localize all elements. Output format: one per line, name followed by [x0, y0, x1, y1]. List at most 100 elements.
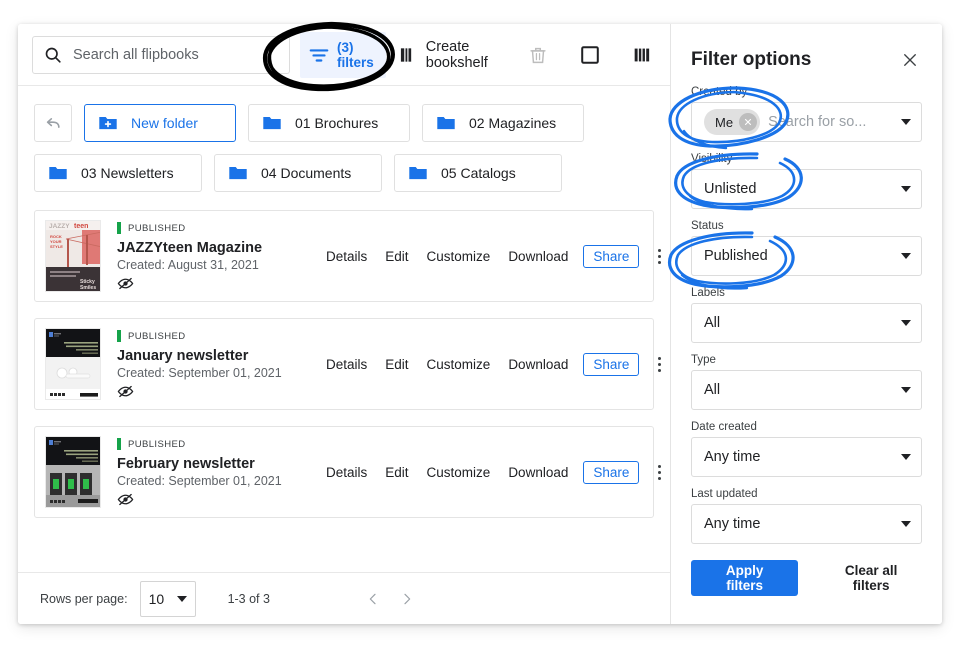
- pagination-footer: Rows per page: 10 1-3 of 3: [18, 572, 670, 624]
- chip-label: Me: [715, 114, 734, 130]
- list-item[interactable]: PUBLISHED February newsletter Created: S…: [34, 426, 661, 518]
- search-box[interactable]: [32, 35, 290, 74]
- folder-label: 02 Magazines: [469, 115, 557, 131]
- status-color-bar: [117, 330, 121, 342]
- new-folder-label: New folder: [131, 115, 198, 131]
- type-field: Type All: [691, 354, 922, 410]
- close-filter-panel-button[interactable]: [898, 48, 922, 72]
- close-icon: [745, 118, 752, 126]
- share-button[interactable]: Share: [583, 244, 640, 268]
- field-label: Type: [691, 354, 716, 366]
- trash-icon: [530, 47, 546, 63]
- filters-count: (3): [337, 39, 354, 55]
- back-button[interactable]: [34, 104, 72, 142]
- clear-all-filters-button[interactable]: Clear all filters: [820, 562, 922, 594]
- back-arrow-icon: [46, 118, 60, 128]
- list-item[interactable]: JAZZY teen ROCK YOUR STYLE Sticky Smiles…: [34, 210, 661, 302]
- kebab-menu-icon[interactable]: [645, 241, 670, 271]
- rows-per-page-value: 10: [148, 590, 165, 607]
- details-button[interactable]: Details: [317, 353, 376, 376]
- search-input[interactable]: [71, 45, 279, 64]
- visibility-value: Unlisted: [704, 181, 757, 197]
- date-created-select[interactable]: Any time: [691, 437, 922, 477]
- customize-button[interactable]: Customize: [418, 461, 500, 484]
- folder-chip-05-catalogs[interactable]: 05 Catalogs: [394, 154, 562, 192]
- download-button[interactable]: Download: [499, 353, 577, 376]
- chevron-down-icon: [901, 521, 911, 527]
- status-select[interactable]: Published: [691, 236, 922, 276]
- create-bookshelf-button[interactable]: Create bookshelf: [392, 39, 494, 71]
- select-all-button[interactable]: [572, 37, 608, 73]
- flipbook-list: JAZZY teen ROCK YOUR STYLE Sticky Smiles…: [28, 210, 661, 518]
- visibility-select[interactable]: Unlisted: [691, 169, 922, 209]
- chevron-down-icon: [176, 595, 187, 602]
- share-button[interactable]: Share: [583, 352, 640, 376]
- share-button[interactable]: Share: [583, 460, 640, 484]
- bookshelf-icon: [400, 47, 411, 62]
- folder-label: 03 Newsletters: [81, 165, 174, 181]
- edit-button[interactable]: Edit: [376, 245, 417, 268]
- created-by-control[interactable]: Me Search for so...: [691, 102, 922, 142]
- folder-icon: [49, 167, 67, 180]
- edit-button[interactable]: Edit: [376, 461, 417, 484]
- status-value: Published: [704, 248, 768, 264]
- edit-button[interactable]: Edit: [376, 353, 417, 376]
- filters-button[interactable]: (3) filters: [300, 31, 386, 78]
- filter-lines-icon: [309, 48, 329, 62]
- rows-per-page-select[interactable]: 10: [139, 580, 196, 617]
- folder-icon: [437, 117, 455, 130]
- bookshelf-view-button[interactable]: [624, 37, 660, 73]
- labels-select[interactable]: All: [691, 303, 922, 343]
- download-button[interactable]: Download: [499, 461, 577, 484]
- create-new-folder-icon: [99, 117, 117, 130]
- folder-chip-02-magazines[interactable]: 02 Magazines: [422, 104, 584, 142]
- customize-button[interactable]: Customize: [418, 245, 500, 268]
- eye-hidden-icon: [117, 385, 134, 398]
- chevron-left-icon: [369, 593, 376, 604]
- field-label: Date created: [691, 421, 757, 433]
- field-label: Created by: [691, 86, 748, 98]
- delete-button[interactable]: [520, 37, 556, 73]
- kebab-menu-icon[interactable]: [645, 349, 670, 379]
- details-button[interactable]: Details: [317, 245, 376, 268]
- created-by-field: Created by Me Search for so...: [691, 86, 922, 142]
- next-page-button[interactable]: [394, 586, 420, 612]
- type-select[interactable]: All: [691, 370, 922, 410]
- folder-chip-01-brochures[interactable]: 01 Brochures: [248, 104, 410, 142]
- folder-chip-04-documents[interactable]: 04 Documents: [214, 154, 382, 192]
- filters-label: filters: [337, 54, 374, 70]
- date-created-value: Any time: [704, 449, 761, 465]
- new-folder-button[interactable]: New folder: [84, 104, 236, 142]
- item-title: February newsletter: [117, 456, 255, 472]
- apply-filters-button[interactable]: Apply filters: [691, 560, 799, 596]
- chevron-down-icon: [901, 320, 911, 326]
- filter-panel-actions: Apply filters Clear all filters: [691, 560, 922, 596]
- field-label: Status: [691, 220, 724, 232]
- folder-chip-03-newsletters[interactable]: 03 Newsletters: [34, 154, 202, 192]
- previous-page-button[interactable]: [360, 586, 386, 612]
- chevron-down-icon: [901, 387, 911, 393]
- last-updated-value: Any time: [704, 516, 761, 532]
- pagination-range: 1-3 of 3: [227, 591, 270, 606]
- field-label: Last updated: [691, 488, 758, 500]
- item-title: January newsletter: [117, 348, 249, 364]
- last-updated-select[interactable]: Any time: [691, 504, 922, 544]
- item-title: JAZZYteen Magazine: [117, 240, 263, 256]
- customize-button[interactable]: Customize: [418, 353, 500, 376]
- status-badge: PUBLISHED: [117, 437, 317, 451]
- details-button[interactable]: Details: [317, 461, 376, 484]
- visibility-indicator: [117, 277, 317, 291]
- download-button[interactable]: Download: [499, 245, 577, 268]
- created-by-chip[interactable]: Me: [704, 109, 761, 135]
- status-field: Status Published: [691, 220, 922, 276]
- filter-panel-title: Filter options: [691, 49, 812, 70]
- eye-hidden-icon: [117, 493, 134, 506]
- date-created-field: Date created Any time: [691, 421, 922, 477]
- field-label: Visibility: [691, 153, 733, 165]
- content-area: New folder 01 Brochures 02 Magazines 03 …: [18, 86, 670, 572]
- folder-label: 04 Documents: [261, 165, 352, 181]
- kebab-menu-icon[interactable]: [645, 457, 670, 487]
- list-item[interactable]: PUBLISHED January newsletter Created: Se…: [34, 318, 661, 410]
- chip-remove-icon[interactable]: [739, 113, 758, 131]
- svg-text:teen: teen: [74, 223, 88, 230]
